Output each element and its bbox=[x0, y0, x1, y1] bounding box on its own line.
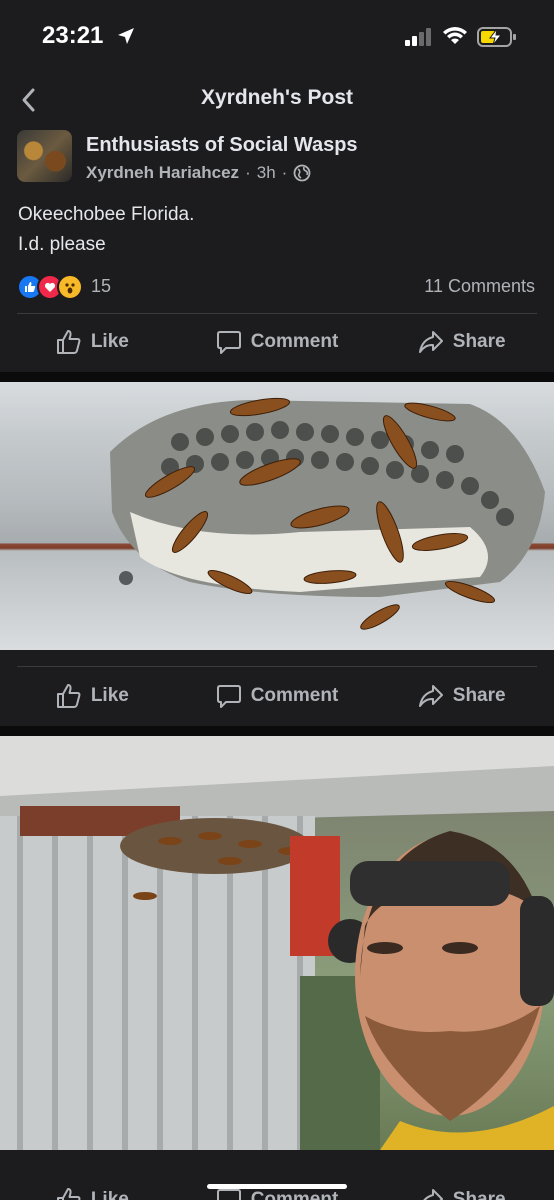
comment-button[interactable]: Comment bbox=[185, 668, 370, 724]
share-button[interactable]: Share bbox=[369, 1172, 554, 1200]
like-button[interactable]: Like bbox=[0, 1172, 185, 1200]
share-arrow-icon bbox=[422, 1189, 443, 1200]
speech-bubble-icon bbox=[216, 331, 241, 354]
wasp-nest-illustration bbox=[110, 397, 545, 630]
post-body: Okeechobee Florida. I.d. please bbox=[18, 200, 194, 260]
thumbs-up-icon bbox=[56, 684, 81, 708]
post-text-line: Okeechobee Florida. bbox=[18, 204, 195, 225]
wow-reaction-icon bbox=[57, 274, 83, 300]
page-title: Xyrdneh's Post bbox=[200, 86, 354, 109]
battery-charging-icon bbox=[477, 27, 516, 47]
comment-count-link[interactable]: 11 Comments bbox=[424, 276, 535, 297]
thumbs-up-icon bbox=[56, 1188, 81, 1200]
comment-button[interactable]: Comment bbox=[185, 314, 370, 370]
separator-dot: · bbox=[245, 163, 251, 182]
location-arrow-icon bbox=[118, 28, 134, 44]
group-avatar[interactable] bbox=[17, 130, 72, 182]
group-name-link[interactable]: Enthusiasts of Social Wasps bbox=[86, 134, 358, 157]
author-name-link[interactable]: Xyrdneh Hariahcez bbox=[86, 163, 239, 183]
bottom-action-bar: Like Comment Share bbox=[0, 1150, 554, 1200]
comment-label: Comment bbox=[250, 1189, 339, 1200]
share-arrow-icon bbox=[418, 685, 443, 707]
photo-action-bar: Like Comment Share bbox=[0, 668, 554, 724]
navigation-bar: Xyrdneh's Post bbox=[0, 74, 554, 128]
globe-icon bbox=[293, 164, 311, 182]
reaction-count[interactable]: 15 bbox=[91, 276, 111, 297]
separator-dot: · bbox=[281, 163, 288, 182]
like-button[interactable]: Like bbox=[0, 314, 185, 370]
thumbs-up-icon bbox=[56, 330, 81, 354]
post-photo-selfie-with-nest[interactable] bbox=[0, 736, 554, 1150]
wifi-icon bbox=[443, 27, 467, 44]
comment-label: Comment bbox=[250, 331, 339, 352]
reaction-icons[interactable] bbox=[17, 274, 83, 300]
share-label: Share bbox=[452, 1189, 506, 1200]
like-button[interactable]: Like bbox=[0, 668, 185, 724]
status-time: 23:21 bbox=[42, 22, 104, 49]
cellular-signal-icon bbox=[405, 28, 431, 46]
home-indicator[interactable] bbox=[207, 1184, 347, 1189]
selfie-scene-illustration bbox=[0, 736, 554, 1150]
speech-bubble-icon bbox=[216, 685, 241, 708]
post-text-line: I.d. please bbox=[18, 234, 106, 255]
like-label: Like bbox=[90, 331, 129, 352]
comment-label: Comment bbox=[250, 685, 339, 706]
like-label: Like bbox=[90, 1189, 129, 1200]
post-photo-wasp-nest[interactable] bbox=[0, 382, 554, 650]
status-bar: 23:21 bbox=[0, 0, 554, 74]
share-arrow-icon bbox=[418, 331, 443, 353]
post-header: Enthusiasts of Social Wasps Xyrdneh Hari… bbox=[0, 128, 554, 188]
share-label: Share bbox=[452, 331, 506, 352]
share-button[interactable]: Share bbox=[369, 314, 554, 370]
divider bbox=[17, 666, 537, 667]
share-button[interactable]: Share bbox=[369, 668, 554, 724]
reactions-summary: 15 11 Comments bbox=[0, 272, 554, 300]
post-action-bar: Like Comment Share bbox=[0, 314, 554, 370]
post-separator bbox=[0, 372, 554, 382]
like-label: Like bbox=[90, 685, 129, 706]
post-time[interactable]: 3h bbox=[257, 163, 276, 183]
post-separator bbox=[0, 726, 554, 736]
share-label: Share bbox=[452, 685, 506, 706]
post-meta: Xyrdneh Hariahcez · 3h · bbox=[86, 163, 311, 183]
